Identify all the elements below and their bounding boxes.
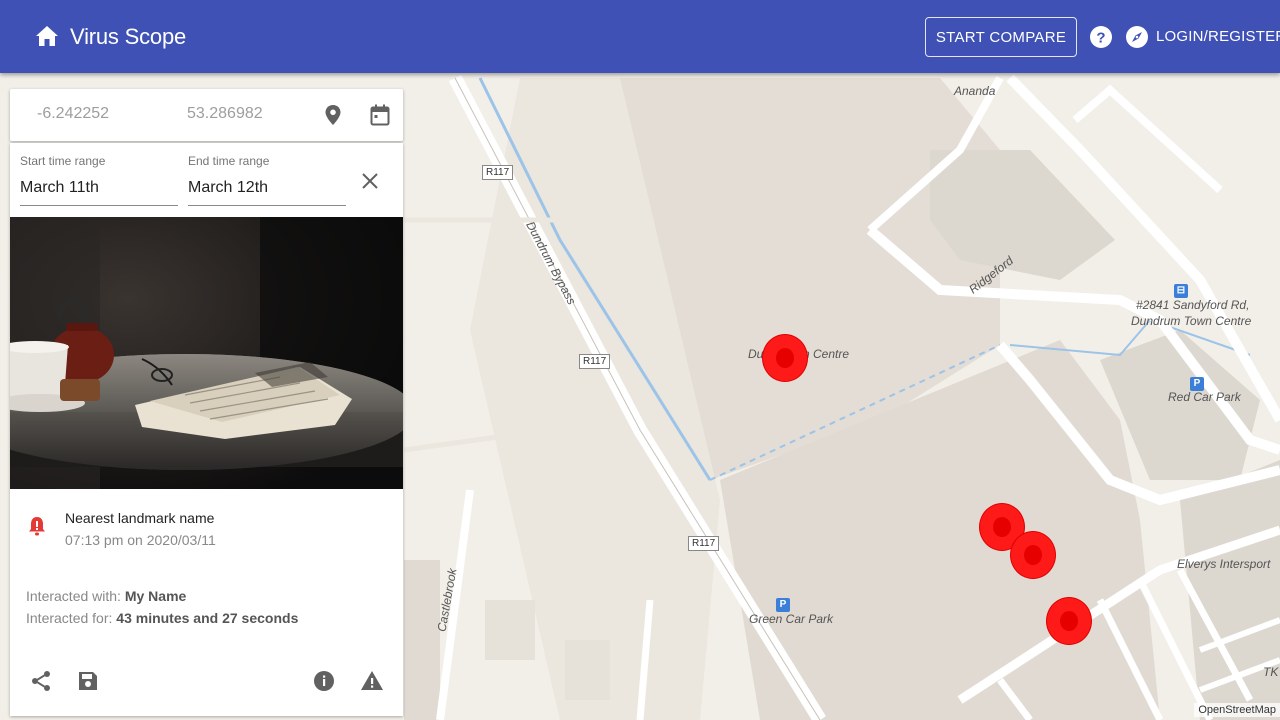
save-icon[interactable]: [76, 669, 100, 693]
road-shield-r117-3: R117: [688, 536, 720, 551]
end-time-field[interactable]: March 12th: [188, 179, 268, 197]
interaction-detail-card: Start time range March 11th End time ran…: [10, 143, 403, 716]
latitude-input[interactable]: 53.286982: [187, 105, 263, 123]
parking-icon-green: P: [776, 598, 790, 612]
map-label-dundrum-town-centre: Dundrum Town Centre: [1131, 314, 1252, 328]
interacted-with-label: Interacted with:: [26, 588, 125, 604]
interacted-with: Interacted with: My Name: [26, 588, 186, 604]
road-shield-r117-2: R117: [579, 354, 611, 369]
parking-icon-red: P: [1190, 377, 1204, 391]
start-time-field[interactable]: March 11th: [20, 179, 99, 197]
interacted-with-value: My Name: [124, 588, 187, 604]
close-icon[interactable]: [360, 171, 380, 191]
road-shield-r117-1: R117: [482, 165, 514, 180]
home-icon[interactable]: [35, 25, 59, 47]
map-label-sandyford: #2841 Sandyford Rd,: [1136, 298, 1250, 312]
map-label-tk: TK: [1263, 665, 1279, 679]
svg-text:?: ?: [1096, 30, 1105, 47]
end-time-label: End time range: [188, 154, 270, 168]
app-bar: Virus Scope START COMPARE ? LOGIN/REGIST…: [0, 0, 1280, 73]
coordinate-search-card: -6.242252 53.286982: [10, 89, 403, 141]
interacted-for-value: 43 minutes and 27 seconds: [116, 610, 299, 626]
start-time-underline: [20, 205, 178, 206]
app-title: Virus Scope: [70, 24, 187, 49]
warning-icon[interactable]: [360, 669, 384, 693]
interacted-for-label: Interacted for:: [26, 610, 117, 626]
nearest-landmark-name: Nearest landmark name: [65, 510, 215, 526]
start-compare-button[interactable]: START COMPARE: [925, 17, 1077, 57]
map-label-green-car-park: Green Car Park: [749, 612, 834, 626]
map-label-elverys: Elverys Intersport: [1177, 557, 1271, 571]
map-marker-3[interactable]: [1011, 532, 1055, 578]
share-icon[interactable]: [29, 669, 53, 693]
end-time-underline: [188, 205, 346, 206]
map-label-red-car-park: Red Car Park: [1168, 390, 1241, 404]
start-time-label: Start time range: [20, 154, 106, 168]
longitude-input[interactable]: -6.242252: [37, 105, 109, 123]
calendar-icon[interactable]: [370, 104, 390, 126]
map-marker-4[interactable]: [1047, 598, 1091, 644]
map-label-ananda: Ananda: [954, 84, 996, 98]
compass-icon[interactable]: [1126, 26, 1148, 48]
map-marker-1[interactable]: [763, 335, 807, 381]
info-icon[interactable]: [312, 669, 336, 693]
location-photo: [10, 217, 403, 489]
map-attribution[interactable]: OpenStreetMap: [1194, 703, 1280, 717]
location-pin-icon[interactable]: [323, 104, 343, 126]
alarm-icon: [29, 517, 45, 536]
login-register-link[interactable]: LOGIN/REGISTER: [1156, 28, 1280, 45]
bus-stop-icon: ⊟: [1174, 284, 1188, 298]
interaction-timestamp: 07:13 pm on 2020/03/11: [65, 532, 216, 548]
map-label-dundrum-centre-b: n Centre: [803, 347, 850, 361]
help-icon[interactable]: ?: [1090, 26, 1112, 48]
interacted-for: Interacted for: 43 minutes and 27 second…: [26, 610, 298, 626]
